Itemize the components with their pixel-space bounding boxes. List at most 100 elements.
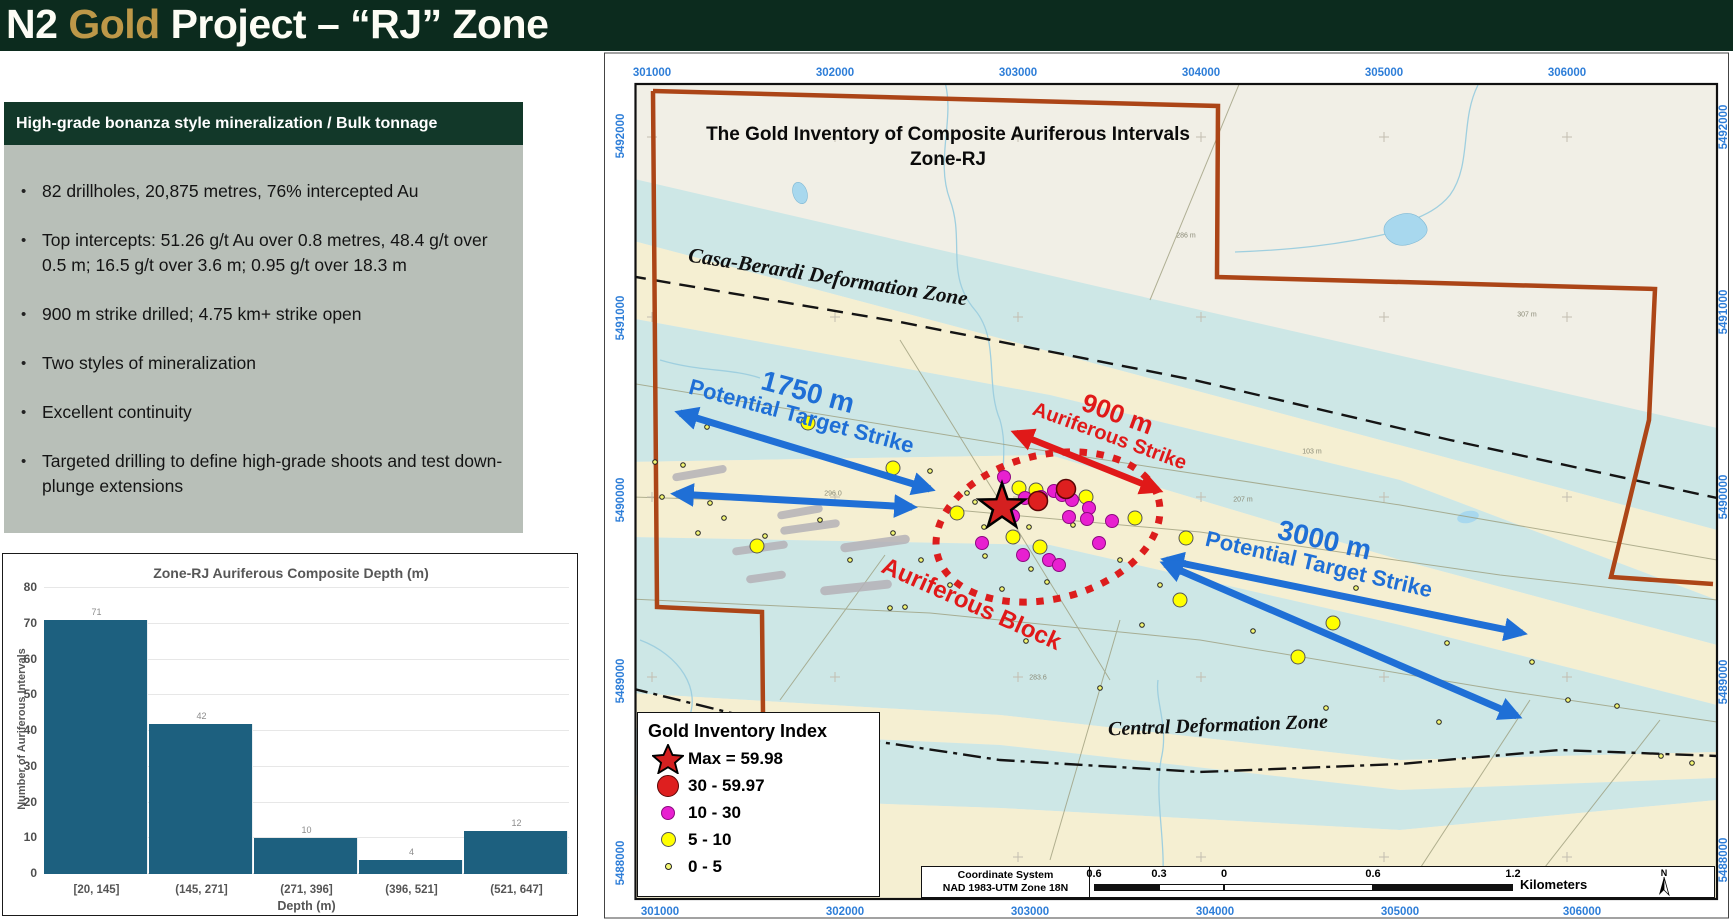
marker-0-5 [848,558,853,563]
chart-y-tick: 50 [3,687,37,701]
histogram-bar [149,724,253,874]
histogram-bar [44,620,148,874]
north-label: N [1652,869,1676,877]
chart-x-tick: (145, 271] [175,884,227,896]
marker-0-5 [1659,754,1664,759]
bullet-list: 82 drillholes, 20,875 metres, 76% interc… [4,145,523,499]
marker-10-30 [1063,511,1076,524]
bar-value-label: 10 [301,825,311,835]
histogram-chart: Zone-RJ Auriferous Composite Depth (m) N… [2,553,578,916]
legend-item-max: Max = 59.98 [648,745,869,772]
coordinate-system-line1: Coordinate System [922,869,1089,882]
marker-5-10 [1128,511,1142,525]
scalebar-label: 0.3 [1151,868,1166,880]
marker-0-5 [1530,660,1535,665]
marker-5-10 [750,539,764,553]
scalebar [1094,884,1513,891]
chart-y-tick: 40 [3,723,37,737]
marker-5-10 [1179,531,1193,545]
legend-item-label: 30 - 59.97 [688,776,765,796]
marker-0-5 [1690,761,1695,766]
marker-0-5 [696,531,701,536]
title-suffix: Project – “RJ” Zone [160,1,549,47]
marker-10-30 [1106,515,1119,528]
marker-0-5 [973,500,978,505]
marker-5-10 [1033,540,1047,554]
scalebar-label: 1.2 [1505,868,1520,880]
chart-x-tick: (521, 647] [490,884,542,896]
marker-0-5 [660,495,665,500]
marker-0-5 [1437,720,1442,725]
bullet-item: 900 m strike drilled; 4.75 km+ strike op… [42,302,505,327]
marker-5-10 [1006,530,1020,544]
marker-0-5 [1566,698,1571,703]
marker-0-5 [1045,580,1050,585]
marker-0-5 [1158,583,1163,588]
north-arrow: N [1652,869,1676,902]
marker-0-5 [1118,558,1123,563]
marker-30-5997 [1057,480,1076,499]
marker-0-5 [1615,704,1620,709]
histogram-bar [464,831,568,874]
chart-y-tick: 10 [3,830,37,844]
small-dot-icon [648,863,688,870]
bullet-item: 82 drillholes, 20,875 metres, 76% interc… [42,179,505,204]
magenta-circle-icon [648,806,688,820]
marker-0-5 [919,558,924,563]
bar-value-label: 42 [196,711,206,721]
legend-item-red: 30 - 59.97 [648,772,869,799]
marker-0-5 [708,501,713,506]
legend-item-label: Max = 59.98 [688,749,783,769]
legend-item-label: 5 - 10 [688,830,731,850]
marker-10-30 [1081,513,1094,526]
red-circle-icon [648,775,688,797]
scalebar-box: Coordinate System NAD 1983-UTM Zone 18N … [921,866,1715,898]
bar-value-label: 71 [91,607,101,617]
marker-0-5 [818,518,823,523]
marker-0-5 [1445,641,1450,646]
legend-item-label: 10 - 30 [688,803,741,823]
legend-item-small: 0 - 5 [648,853,869,880]
marker-0-5 [1027,525,1032,530]
marker-0-5 [681,463,686,468]
chart-title: Zone-RJ Auriferous Composite Depth (m) [3,565,579,581]
bullet-list-panel: 82 drillholes, 20,875 metres, 76% interc… [4,145,523,533]
marker-0-5 [1000,587,1005,592]
marker-0-5 [1029,567,1034,572]
chart-x-tick: (396, 521] [385,884,437,896]
bullet-item: Top intercepts: 51.26 g/t Au over 0.8 me… [42,228,505,278]
chart-x-tick: [20, 145] [73,884,119,896]
histogram-bar [254,838,358,874]
scalebar-label: 0.6 [1086,868,1101,880]
bullet-item: Two styles of mineralization [42,351,505,376]
scalebar-label: 0.6 [1365,868,1380,880]
marker-0-5 [722,516,727,521]
marker-0-5 [948,583,953,588]
chart-y-tick: 70 [3,616,37,630]
marker-0-5 [888,606,893,611]
marker-5-10 [801,416,815,430]
chart-gridline [44,587,569,588]
subheader-text: High-grade bonanza style mineralization … [16,102,437,145]
bullet-item: Targeted drilling to define high-grade s… [42,449,505,499]
yellow-circle-icon [648,832,688,847]
marker-0-5 [1324,706,1329,711]
marker-0-5 [1024,639,1029,644]
marker-0-5 [763,534,768,539]
marker-0-5 [653,460,658,465]
slide: N2 Gold Project – “RJ” Zone High-grade b… [0,0,1733,921]
title-gold: Gold [68,1,159,47]
legend-title: Gold Inventory Index [648,721,869,742]
marker-0-5 [983,554,988,559]
marker-5-10 [1173,593,1187,607]
coordinate-system: Coordinate System NAD 1983-UTM Zone 18N [922,867,1090,897]
marker-10-30 [1053,559,1066,572]
marker-0-5 [903,605,908,610]
coordinate-system-line2: NAD 1983-UTM Zone 18N [922,882,1089,895]
legend-item-magenta: 10 - 30 [648,799,869,826]
marker-10-30 [1093,537,1106,550]
bar-value-label: 4 [409,847,414,857]
marker-0-5 [965,491,970,496]
marker-0-5 [1098,686,1103,691]
marker-0-5 [1251,629,1256,634]
